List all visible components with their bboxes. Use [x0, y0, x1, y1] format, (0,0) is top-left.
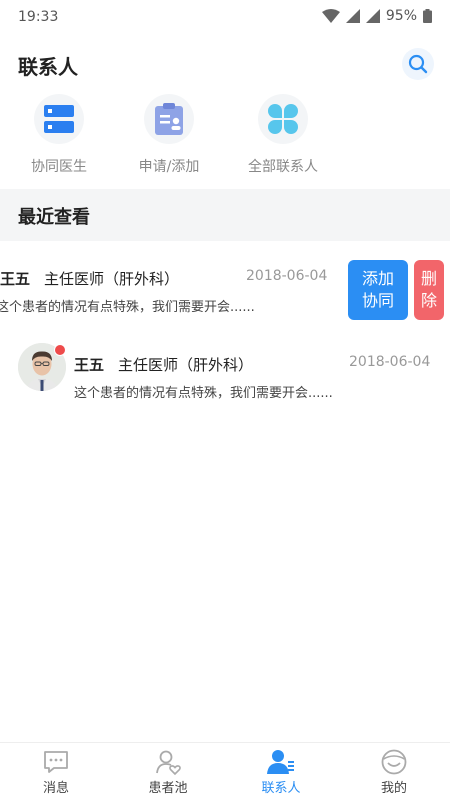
recent-section-header: 最近查看 — [0, 189, 450, 241]
shortcut-label: 协同医生 — [31, 159, 87, 175]
patient-icon — [156, 750, 181, 776]
status-time: 19:33 — [18, 9, 59, 25]
tab-label: 消息 — [42, 781, 69, 796]
search-button[interactable] — [402, 48, 434, 80]
shortcut-label: 全部联系人 — [248, 159, 318, 175]
tab-messages[interactable]: 消息 — [0, 743, 112, 800]
signal-icon — [345, 9, 360, 23]
add-collab-button[interactable]: 添加 协同 — [348, 260, 408, 320]
clover-icon — [268, 104, 298, 134]
tab-label: 患者池 — [148, 781, 188, 796]
page-title: 联系人 — [18, 55, 78, 79]
shortcut-icon-bg — [144, 94, 194, 144]
contact-name-line: 王五 主任医师（肝外科） — [0, 268, 179, 289]
wifi-icon — [321, 9, 340, 23]
signal-icon-2 — [365, 9, 380, 23]
tab-label: 我的 — [380, 781, 407, 796]
profile-icon — [381, 749, 407, 775]
contact-title: 主任医师（肝外科） — [44, 270, 180, 288]
message-icon — [44, 751, 68, 773]
shortcut-label: 申请/添加 — [138, 159, 200, 175]
clipboard-icon — [155, 103, 183, 135]
shortcut-apply-add[interactable]: 申请/添加 — [114, 94, 224, 176]
contact-title: 主任医师（肝外科） — [118, 356, 254, 374]
contact-row[interactable]: 王五 主任医师（肝外科） 2018-06-04 这个患者的情况有点特殊，我们需要开… — [0, 327, 450, 407]
battery-percent: 95% — [385, 8, 417, 24]
contact-name: 王五 — [0, 270, 31, 288]
contacts-icon — [267, 750, 294, 774]
shortcut-icon-bg — [258, 94, 308, 144]
status-icons: 95% — [321, 8, 432, 24]
add-collab-label-1: 添加 — [361, 269, 394, 288]
unread-badge — [54, 344, 66, 356]
contact-name: 王五 — [74, 356, 105, 374]
tab-patient-pool[interactable]: 患者池 — [112, 743, 224, 800]
contact-message: 这个患者的情况有点特殊，我们需要开会...... — [0, 300, 255, 315]
delete-button[interactable]: 删 除 — [414, 260, 444, 320]
header: 联系人 — [0, 34, 450, 92]
shortcut-all-contacts[interactable]: 全部联系人 — [228, 94, 338, 176]
battery-icon — [423, 9, 432, 23]
delete-label-1: 删 — [420, 269, 437, 288]
section-title: 最近查看 — [18, 207, 90, 228]
shortcut-collab-doctors[interactable]: 协同医生 — [4, 94, 114, 176]
search-icon — [408, 54, 428, 74]
add-collab-label-2: 协同 — [361, 291, 394, 310]
tab-label: 联系人 — [261, 781, 301, 796]
tab-mine[interactable]: 我的 — [338, 743, 450, 800]
contact-row-swiped[interactable]: 王五 主任医师（肝外科） 2018-06-04 这个患者的情况有点特殊，我们需要开… — [0, 241, 450, 327]
bottom-tab-bar: 消息 患者池 联系人 我的 — [0, 742, 450, 800]
status-bar: 19:33 95% — [0, 0, 450, 34]
shortcut-row: 协同医生 申请/添加 全部联系人 — [0, 94, 450, 188]
contact-date: 2018-06-04 — [349, 354, 431, 370]
delete-label-2: 除 — [420, 291, 437, 310]
tab-contacts[interactable]: 联系人 — [225, 743, 337, 800]
shortcut-icon-bg — [34, 94, 84, 144]
contact-date: 2018-06-04 — [246, 268, 328, 284]
contact-name-line: 王五 主任医师（肝外科） — [74, 354, 253, 375]
contact-row-content[interactable]: 王五 主任医师（肝外科） 2018-06-04 这个患者的情况有点特殊，我们需要开… — [0, 241, 338, 327]
server-icon — [44, 105, 74, 133]
contact-message: 这个患者的情况有点特殊，我们需要开会...... — [74, 386, 333, 401]
